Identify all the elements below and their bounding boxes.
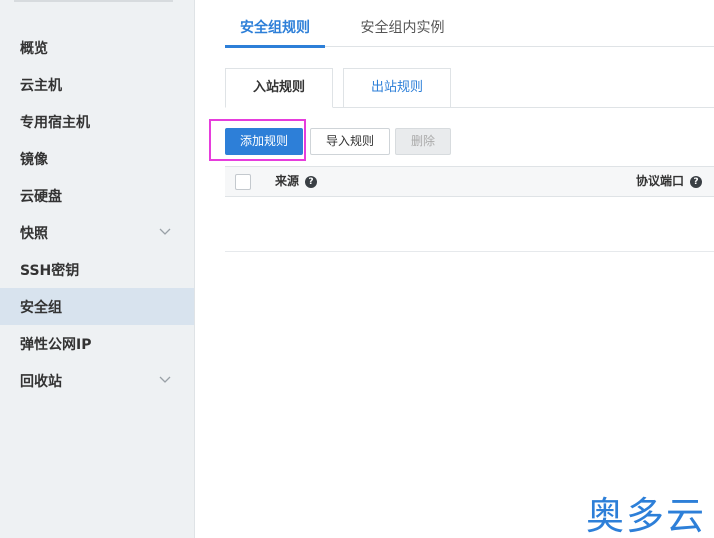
column-header-protocol-port: 协议端口: [636, 174, 685, 188]
sidebar-item-label: 弹性公网IP: [20, 336, 92, 353]
chevron-down-icon[interactable]: [158, 372, 172, 386]
sidebar-item-snapshot[interactable]: 快照: [0, 214, 194, 251]
sidebar-item-label: 快照: [20, 225, 48, 242]
sidebar-item-elastic-ip[interactable]: 弹性公网IP: [0, 325, 194, 362]
sidebar-item-image[interactable]: 镜像: [0, 140, 194, 177]
question-circle-icon[interactable]: ?: [305, 176, 317, 188]
sidebar-item-label: 镜像: [20, 151, 48, 168]
add-rule-button[interactable]: 添加规则: [225, 128, 303, 155]
import-rule-button[interactable]: 导入规则: [310, 128, 390, 155]
active-tab-indicator: [225, 45, 325, 48]
sidebar-item-overview[interactable]: 概览: [0, 29, 194, 66]
sidebar-item-label: 概览: [20, 40, 48, 57]
column-header-source: 来源: [275, 174, 300, 188]
table-header: 来源 ? 协议端口 ?: [225, 166, 714, 197]
tab-security-group-rules[interactable]: 安全组规则: [225, 10, 325, 46]
sidebar-item-label: 安全组: [20, 299, 62, 316]
sidebar-item-cloud-disk[interactable]: 云硬盘: [0, 177, 194, 214]
chevron-down-icon[interactable]: [158, 224, 172, 238]
sidebar-item-recycle-bin[interactable]: 回收站: [0, 362, 194, 399]
tab-inbound-rules[interactable]: 入站规则: [225, 68, 333, 108]
question-circle-icon[interactable]: ?: [690, 176, 702, 188]
sidebar-item-security-group[interactable]: 安全组: [0, 288, 194, 325]
sidebar-item-ssh-key[interactable]: SSH密钥: [0, 251, 194, 288]
watermark-logo: 奥多云: [586, 494, 707, 538]
tab-security-group-instances[interactable]: 安全组内实例: [345, 10, 460, 46]
select-all-checkbox[interactable]: [235, 174, 251, 190]
sidebar-item-label: 专用宿主机: [20, 114, 90, 131]
sidebar-item-label: 云主机: [20, 77, 62, 94]
sidebar-divider: [14, 0, 173, 2]
tab-outbound-rules[interactable]: 出站规则: [343, 68, 451, 108]
sidebar-item-label: SSH密钥: [20, 262, 80, 279]
sidebar: 概览 云主机 专用宿主机 镜像 云硬盘 快照 SSH密钥 安全组 弹性公网IP …: [0, 0, 195, 538]
sidebar-item-label: 回收站: [20, 373, 62, 390]
sidebar-item-cloud-host[interactable]: 云主机: [0, 66, 194, 103]
delete-button[interactable]: 删除: [395, 128, 451, 155]
sidebar-item-dedicated-host[interactable]: 专用宿主机: [0, 103, 194, 140]
sidebar-item-label: 云硬盘: [20, 188, 62, 205]
table-empty-divider: [225, 251, 714, 252]
